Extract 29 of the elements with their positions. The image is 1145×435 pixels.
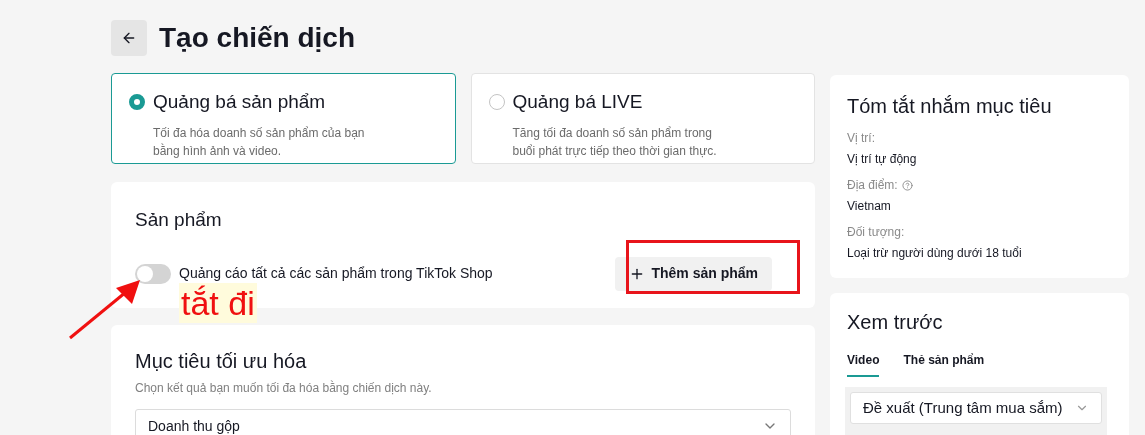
annotation-note: tắt đi bbox=[179, 283, 257, 323]
option-description: Tối đa hóa doanh số sản phẩm của bạn bằng hình ảnh và video. bbox=[153, 124, 366, 160]
promotion-option-card[interactable]: Quảng bá sản phẩm Tối đa hóa doanh số sản phẩm của bạn bằng hình ảnh và video. bbox=[111, 73, 456, 164]
help-icon[interactable] bbox=[901, 179, 913, 191]
summary-label: Đối tượng: bbox=[847, 224, 905, 241]
preview-tab[interactable]: Video bbox=[847, 351, 880, 377]
add-product-button[interactable]: Thêm sản phẩm bbox=[615, 256, 772, 291]
promotion-option-card[interactable]: Quảng bá LIVE Tăng tối đa doanh số sản phẩm trong buổi phát trực tiếp theo thời gian thực. bbox=[470, 73, 815, 164]
section-title: Xem trước bbox=[847, 310, 944, 335]
option-title: Quảng bá sản phẩm bbox=[153, 90, 326, 114]
section-title: Sản phẩm bbox=[135, 208, 223, 232]
summary-label: Vị trí: bbox=[847, 130, 875, 147]
summary-label: Địa điểm: bbox=[847, 177, 898, 194]
summary-value: Loại trừ người dùng dưới 18 tuổi bbox=[847, 245, 1023, 262]
page-title: Tạo chiến dịch bbox=[159, 24, 356, 52]
toggle-switch[interactable] bbox=[135, 263, 171, 284]
option-description: Tăng tối đa doanh số sản phẩm trong buổi phát trực tiếp theo thời gian thực. bbox=[512, 124, 718, 160]
goal-select[interactable]: Doanh thu gộp bbox=[135, 409, 791, 435]
summary-value: Vietnam bbox=[847, 198, 892, 215]
back-button[interactable] bbox=[111, 20, 147, 56]
preview-tab[interactable]: Thẻ sản phẩm bbox=[903, 351, 985, 377]
option-title: Quảng bá LIVE bbox=[512, 90, 643, 114]
section-title: Mục tiêu tối ưu hóa bbox=[135, 351, 308, 371]
toggle-label: Quảng cáo tất cả các sản phẩm trong TikTok Shop bbox=[179, 264, 493, 283]
radio-button[interactable] bbox=[129, 94, 145, 111]
placement-select[interactable]: Đề xuất (Trung tâm mua sắm) bbox=[850, 392, 1102, 424]
section-title: Tóm tắt nhắm mục tiêu bbox=[847, 94, 1053, 119]
summary-value: Vị trí tự động bbox=[847, 151, 918, 168]
section-subtitle: Chọn kết quả bạn muốn tối đa hóa bằng chiến dịch này. bbox=[135, 379, 433, 397]
